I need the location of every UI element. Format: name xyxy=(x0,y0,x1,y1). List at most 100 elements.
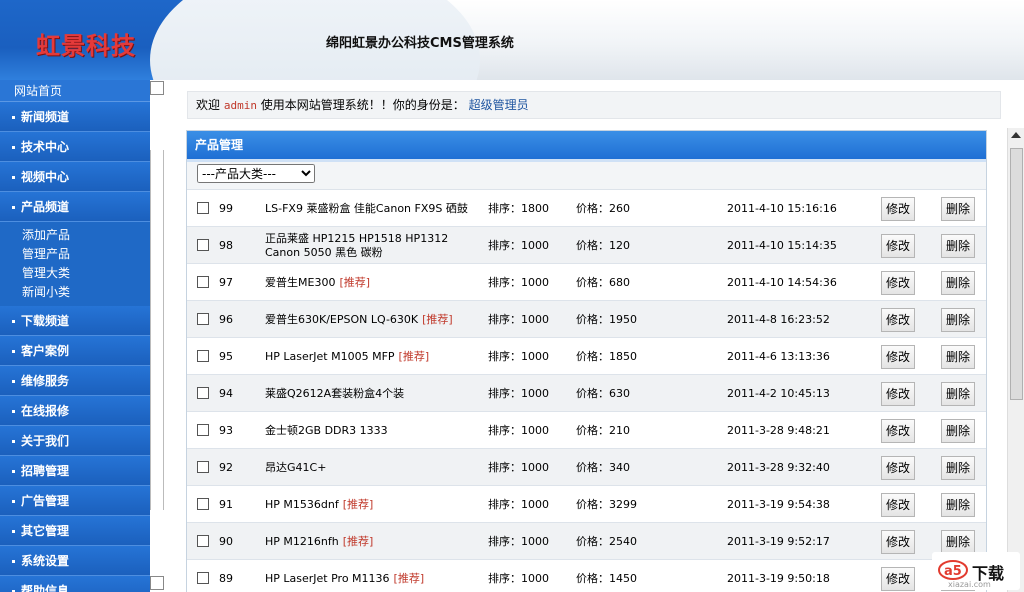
edit-button[interactable]: 修改 xyxy=(881,493,915,517)
edit-button[interactable]: 修改 xyxy=(881,271,915,295)
row-product-name[interactable]: 莱盛Q2612A套装粉盒4个装 xyxy=(265,375,480,412)
edit-button[interactable]: 修改 xyxy=(881,530,915,554)
edit-button[interactable]: 修改 xyxy=(881,308,915,332)
row-date: 2011-3-28 9:32:40 xyxy=(727,461,830,474)
category-filter-select[interactable]: ---产品大类--- xyxy=(197,164,315,183)
row-product-name[interactable]: LS-FX9 莱盛粉盒 佳能Canon FX9S 硒鼓 xyxy=(265,190,480,227)
sidebar-item-label: 视频中心 xyxy=(21,170,70,184)
product-management-panel: 产品管理 ---产品大类--- 99 LS-FX9 莱盛粉盒 佳能Canon FX… xyxy=(186,130,987,592)
delete-button[interactable]: 删除 xyxy=(941,493,975,517)
delete-button[interactable]: 删除 xyxy=(941,382,975,406)
recommend-tag: [推荐] xyxy=(422,312,453,326)
logo: 虹景科技 xyxy=(36,31,136,60)
sidebar-item-label: 其它管理 xyxy=(21,524,70,538)
row-product-name[interactable]: HP M1216nfh [推荐] xyxy=(265,523,480,560)
sidebar-item-label: 下载频道 xyxy=(21,314,70,328)
row-checkbox[interactable] xyxy=(197,276,209,288)
sidebar-item[interactable]: 招聘管理 xyxy=(0,456,150,486)
delete-button[interactable]: 删除 xyxy=(941,197,975,221)
row-checkbox[interactable] xyxy=(197,535,209,547)
sidebar-item[interactable]: 系统设置 xyxy=(0,546,150,576)
row-checkbox[interactable] xyxy=(197,461,209,473)
row-product-name[interactable]: 昂达G41C+ xyxy=(265,449,480,486)
row-checkbox[interactable] xyxy=(197,313,209,325)
row-product-name[interactable]: 爱普生ME300 [推荐] xyxy=(265,264,480,301)
sidebar-item[interactable]: 客户案例 xyxy=(0,336,150,366)
row-checkbox[interactable] xyxy=(197,387,209,399)
delete-button[interactable]: 删除 xyxy=(941,308,975,332)
row-id: 98 xyxy=(219,239,233,252)
row-price: 价格：260 xyxy=(576,202,630,215)
delete-button[interactable]: 删除 xyxy=(941,456,975,480)
sidebar-subitem[interactable]: 管理大类 xyxy=(22,264,150,283)
row-id: 99 xyxy=(219,202,233,215)
bullet-icon xyxy=(12,470,15,473)
sidebar-subitem[interactable]: 新闻小类 xyxy=(22,283,150,302)
row-checkbox[interactable] xyxy=(197,350,209,362)
bullet-icon xyxy=(12,176,15,179)
edit-button[interactable]: 修改 xyxy=(881,197,915,221)
page-scrollbar[interactable] xyxy=(1007,128,1024,592)
row-product-name[interactable]: HP LaserJet Pro M1136 [推荐] xyxy=(265,560,480,592)
table-row: 96 爱普生630K/EPSON LQ-630K [推荐] 排序：1000 价格：195… xyxy=(187,300,986,337)
sidebar-item-label: 产品频道 xyxy=(21,200,70,214)
sidebar-item[interactable]: 下载频道 xyxy=(0,306,150,336)
edit-button[interactable]: 修改 xyxy=(881,234,915,258)
sidebar-item[interactable]: 产品频道 xyxy=(0,192,150,222)
sidebar-item[interactable]: 关于我们 xyxy=(0,426,150,456)
row-checkbox[interactable] xyxy=(197,239,209,251)
sidebar-item[interactable]: 广告管理 xyxy=(0,486,150,516)
sidebar-item[interactable]: 视频中心 xyxy=(0,162,150,192)
edit-button[interactable]: 修改 xyxy=(881,419,915,443)
sidebar-subitem[interactable]: 管理产品 xyxy=(22,245,150,264)
sidebar-submenu: 添加产品 管理产品 管理大类 新闻小类 xyxy=(0,222,150,306)
bullet-icon xyxy=(12,410,15,413)
sidebar-item[interactable]: 维修服务 xyxy=(0,366,150,396)
delete-button[interactable]: 删除 xyxy=(941,234,975,258)
sidebar-scroll-top-box[interactable] xyxy=(150,81,164,95)
sidebar-home-link[interactable]: 网站首页 xyxy=(0,80,150,102)
row-price: 价格：1950 xyxy=(576,313,637,326)
row-checkbox[interactable] xyxy=(197,202,209,214)
edit-button[interactable]: 修改 xyxy=(881,345,915,369)
row-product-name[interactable]: 正品莱盛 HP1215 HP1518 HP1312 Canon 5050 黑色 … xyxy=(265,227,480,264)
row-product-name[interactable]: HP M1536dnf [推荐] xyxy=(265,486,480,523)
row-date: 2011-4-10 15:14:35 xyxy=(727,239,837,252)
row-checkbox[interactable] xyxy=(197,572,209,584)
bullet-icon xyxy=(12,116,15,119)
sidebar-item[interactable]: 其它管理 xyxy=(0,516,150,546)
row-sort: 排序：1000 xyxy=(488,424,549,437)
row-date: 2011-3-19 9:54:38 xyxy=(727,498,830,511)
delete-button[interactable]: 删除 xyxy=(941,530,975,554)
edit-button[interactable]: 修改 xyxy=(881,382,915,406)
row-date: 2011-4-2 10:45:13 xyxy=(727,387,830,400)
sidebar-item-label: 技术中心 xyxy=(21,140,70,154)
sidebar-item[interactable]: 新闻频道 xyxy=(0,102,150,132)
edit-button[interactable]: 修改 xyxy=(881,567,915,591)
sidebar-scroll-bottom-box[interactable] xyxy=(150,576,164,590)
sidebar-subitem[interactable]: 添加产品 xyxy=(22,226,150,245)
sidebar-item[interactable]: 技术中心 xyxy=(0,132,150,162)
scroll-up-icon[interactable] xyxy=(1011,132,1021,138)
sidebar-item-label: 广告管理 xyxy=(21,494,70,508)
row-price: 价格：2540 xyxy=(576,535,637,548)
row-checkbox[interactable] xyxy=(197,424,209,436)
row-product-name[interactable]: 爱普生630K/EPSON LQ-630K [推荐] xyxy=(265,301,480,338)
delete-button[interactable]: 删除 xyxy=(941,271,975,295)
recommend-tag: [推荐] xyxy=(398,349,430,363)
row-date: 2011-4-10 15:16:16 xyxy=(727,202,837,215)
row-product-name[interactable]: 金士顿2GB DDR3 1333 xyxy=(265,412,480,449)
row-checkbox[interactable] xyxy=(197,498,209,510)
row-id: 89 xyxy=(219,572,233,585)
delete-button[interactable]: 删除 xyxy=(941,419,975,443)
product-name-text: HP LaserJet M1005 MFP xyxy=(265,349,395,363)
sidebar-item[interactable]: 帮助信息 xyxy=(0,576,150,592)
sidebar-scrollbar[interactable] xyxy=(150,80,164,592)
sidebar-item[interactable]: 在线报修 xyxy=(0,396,150,426)
product-name-text: HP M1536dnf xyxy=(265,497,339,511)
delete-button[interactable]: 删除 xyxy=(941,345,975,369)
scroll-thumb[interactable] xyxy=(1010,148,1023,400)
edit-button[interactable]: 修改 xyxy=(881,456,915,480)
row-price: 价格：3299 xyxy=(576,498,637,511)
row-product-name[interactable]: HP LaserJet M1005 MFP [推荐] xyxy=(265,338,480,375)
